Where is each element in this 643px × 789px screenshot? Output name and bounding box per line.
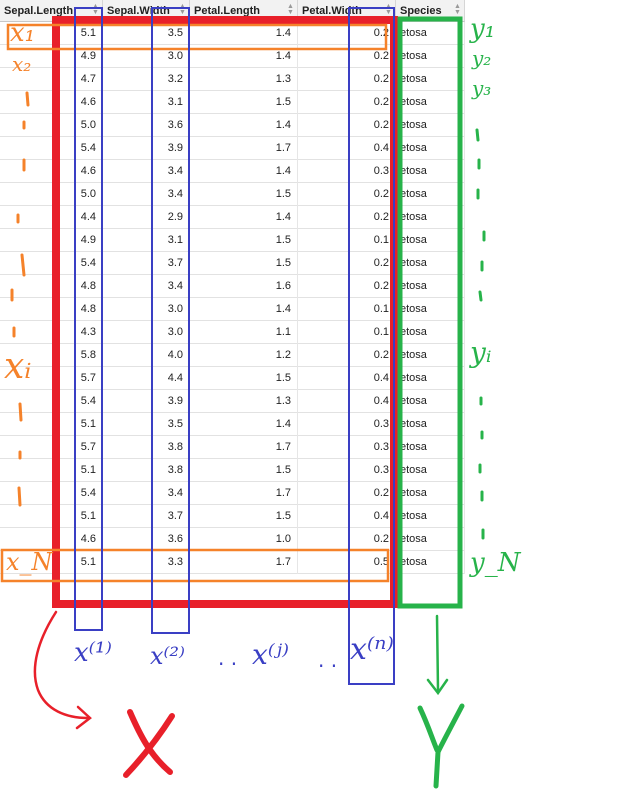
feature-column-2-box <box>151 7 190 634</box>
feature-matrix-box <box>52 16 398 608</box>
first-row-box <box>6 23 388 51</box>
matrix-label-glyph <box>123 709 175 778</box>
vector-label-glyph <box>417 703 465 789</box>
feature-column-1-box <box>74 7 103 631</box>
row-ellipsis-left <box>10 91 30 507</box>
target-arrow <box>426 614 449 696</box>
target-ellipsis-right <box>475 128 486 540</box>
target-column-box <box>397 16 463 609</box>
annotation-overlay <box>0 7 486 789</box>
feature-column-n-box <box>348 7 395 685</box>
